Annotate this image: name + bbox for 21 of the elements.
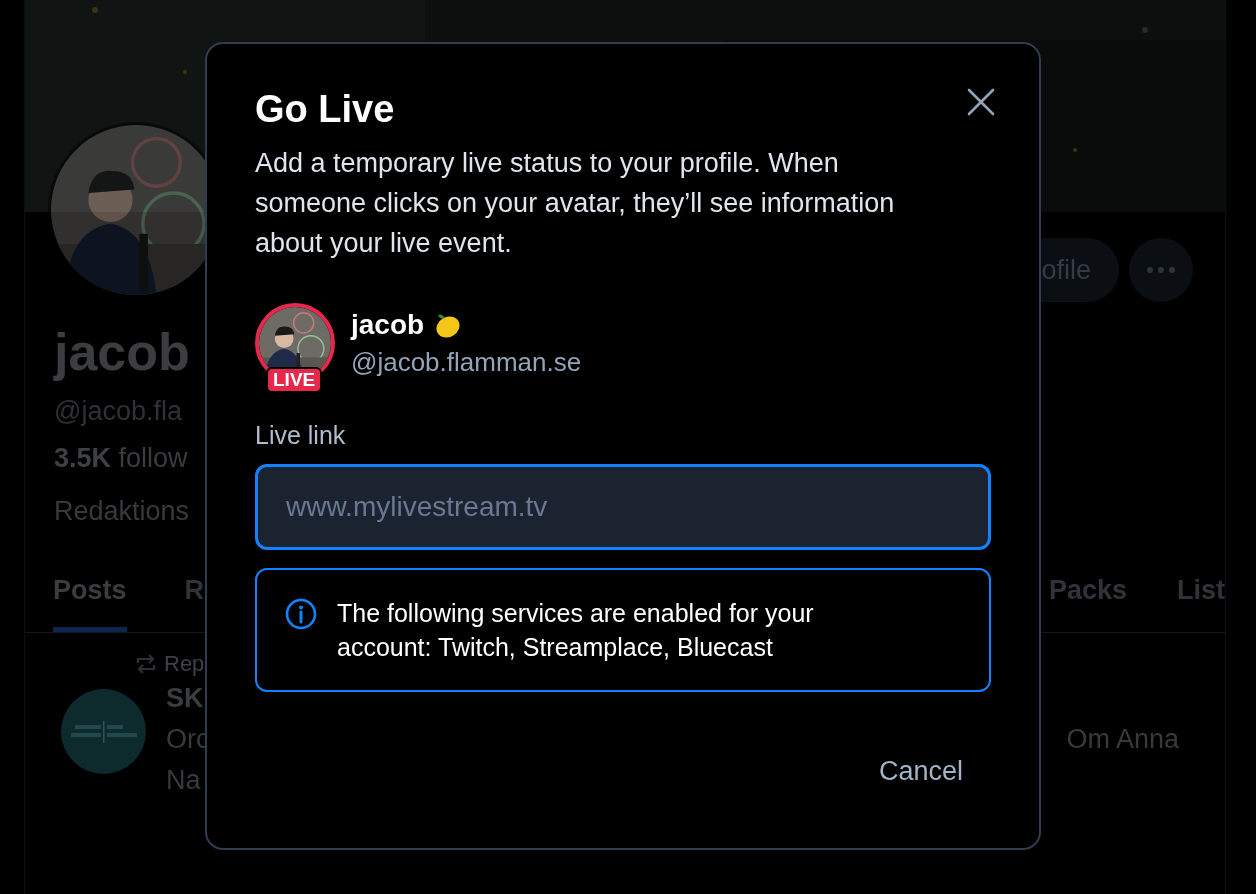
followers-count[interactable]: 3.5K follow — [54, 443, 188, 474]
profile-tab[interactable]: List — [1177, 561, 1225, 632]
profile-tab[interactable]: Posts — [53, 561, 127, 632]
repost-icon — [134, 653, 158, 675]
notice-text: The following services are enabled for your account: Twitch, Streamplace, Bluecast — [337, 598, 815, 663]
user-handle: @jacob.flamman.se — [351, 347, 582, 378]
profile-tab[interactable]: Packs — [1049, 561, 1128, 632]
cancel-button[interactable]: Cancel — [850, 744, 991, 799]
live-badge: LIVE — [266, 367, 323, 393]
post-text: Om Anna — [1066, 724, 1179, 755]
post-author: SK — [166, 683, 205, 714]
post-text: Na — [166, 765, 201, 796]
live-link-field[interactable]: www.mylivestream.tv — [255, 464, 991, 550]
profile-tab[interactable]: R — [184, 561, 205, 632]
profile-name: jacob — [54, 322, 190, 382]
user-name: jacob — [351, 309, 425, 341]
field-label: Live link — [255, 421, 347, 450]
more-icon — [1146, 266, 1176, 274]
info-icon — [285, 598, 317, 630]
repost-label: Rep — [164, 651, 205, 677]
profile-bio: Redaktions — [54, 496, 190, 527]
